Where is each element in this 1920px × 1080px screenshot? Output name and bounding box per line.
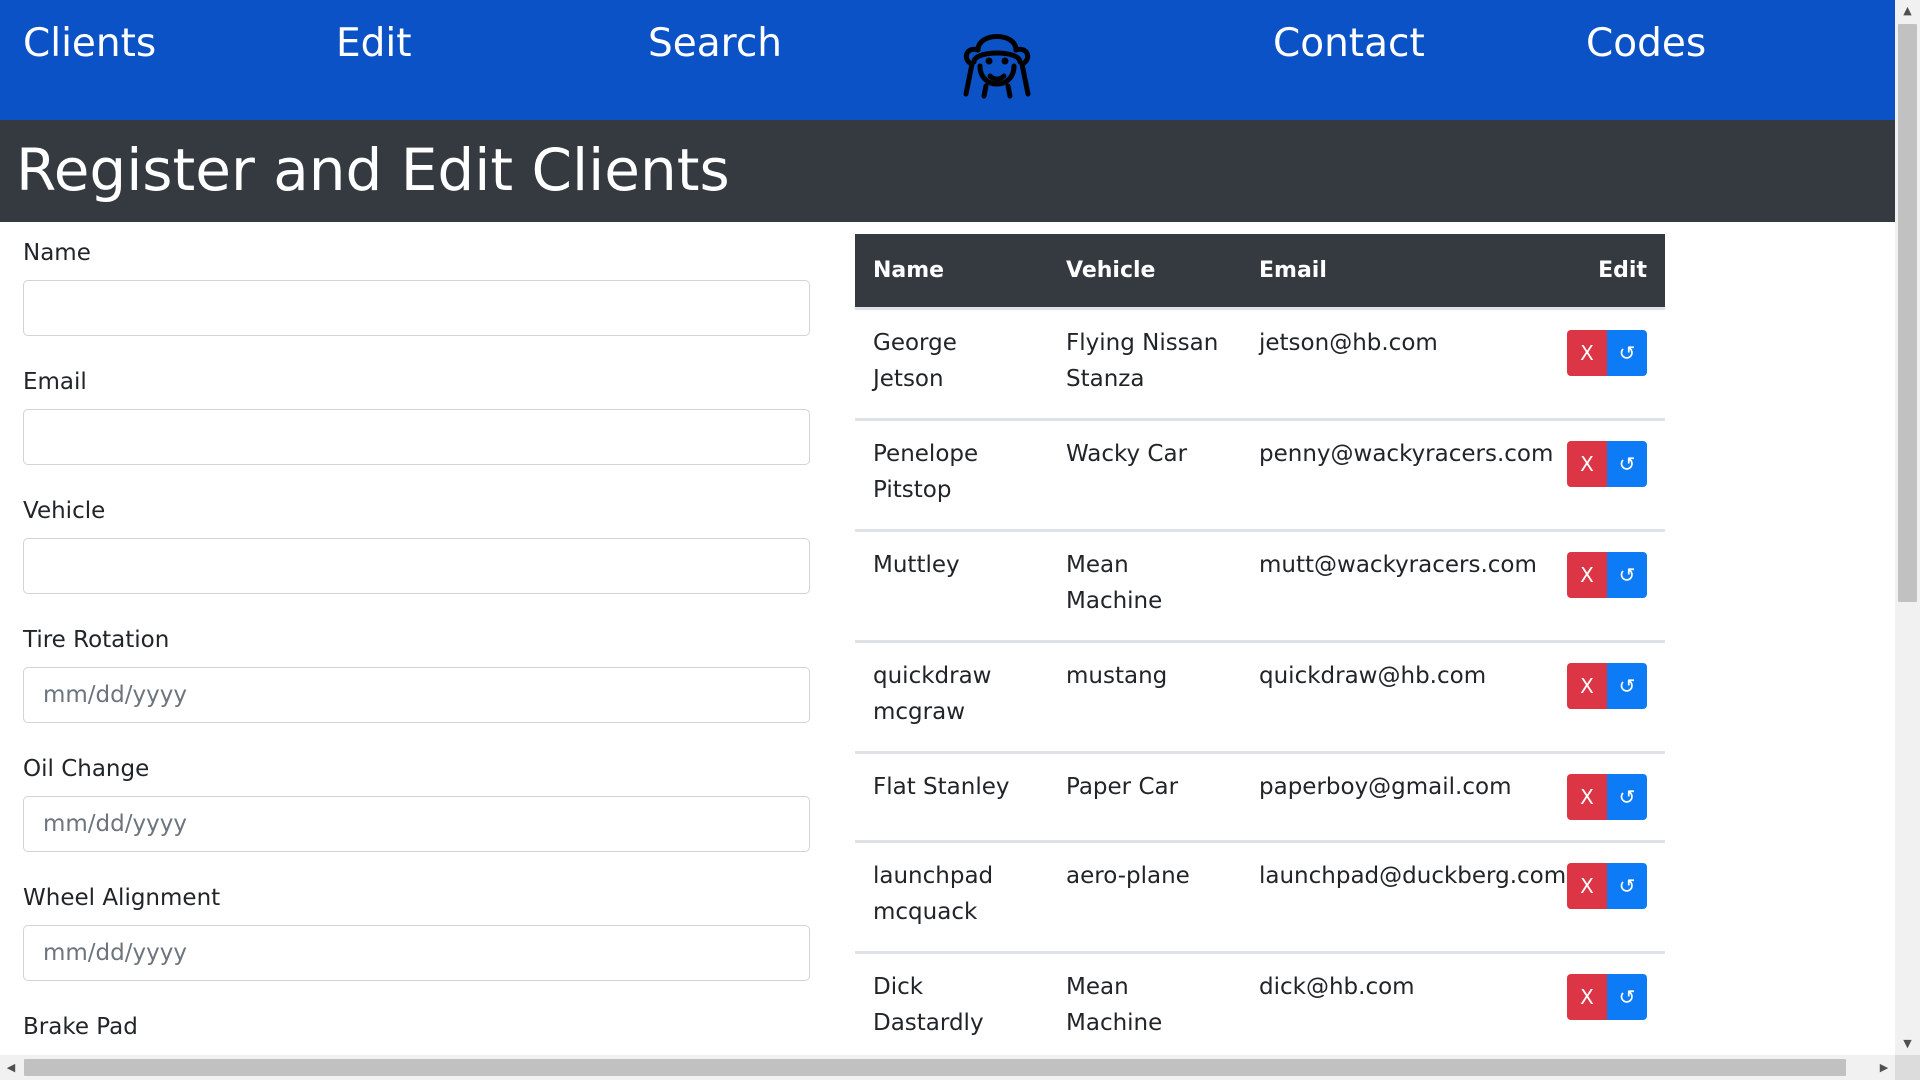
scroll-down-arrow-icon[interactable]: ▼: [1895, 1033, 1920, 1055]
name-label: Name: [23, 240, 91, 266]
vehicle-input[interactable]: [23, 538, 810, 594]
table-row: quickdraw mcgraw mustang quickdraw@hb.co…: [855, 639, 1665, 752]
cell-edit: X ↺: [1549, 750, 1665, 841]
update-button[interactable]: ↺: [1607, 329, 1647, 376]
cell-email: jetson@hb.com: [1241, 306, 1549, 419]
update-button[interactable]: ↺: [1607, 973, 1647, 1020]
cell-vehicle: Mean Machine: [1048, 528, 1241, 641]
wheel-alignment-date-input[interactable]: [23, 925, 810, 981]
clients-table-container: Name Vehicle Email Edit George Jetson Fl…: [855, 234, 1665, 1055]
cell-name: George Jetson: [855, 306, 1048, 419]
table-row: Muttley Mean Machine mutt@wackyracers.co…: [855, 528, 1665, 641]
oil-change-date-input[interactable]: [23, 796, 810, 852]
delete-button[interactable]: X: [1567, 329, 1607, 376]
tire-rotation-label: Tire Rotation: [23, 627, 170, 653]
nav-link-codes[interactable]: Codes: [1586, 18, 1706, 70]
vehicle-label: Vehicle: [23, 498, 106, 524]
table-row: Dick Dastardly Mean Machine dick@hb.com …: [855, 950, 1665, 1055]
cell-email: launchpad@duckberg.com: [1241, 839, 1566, 952]
update-button[interactable]: ↺: [1607, 662, 1647, 709]
update-button[interactable]: ↺: [1607, 862, 1647, 909]
top-navbar: Clients Edit Search Contact Codes: [0, 0, 1895, 120]
name-input[interactable]: [23, 280, 810, 336]
scroll-right-arrow-icon[interactable]: ▶: [1873, 1055, 1895, 1080]
cell-edit: X ↺: [1549, 417, 1665, 530]
cell-edit: X ↺: [1549, 950, 1665, 1055]
cell-name: Muttley: [855, 528, 1048, 641]
clients-table: Name Vehicle Email Edit George Jetson Fl…: [855, 234, 1665, 1055]
cell-vehicle: aero-plane: [1048, 839, 1241, 952]
vertical-scrollbar[interactable]: ▲ ▼: [1895, 0, 1920, 1055]
page-header: Register and Edit Clients: [0, 120, 1895, 222]
update-button[interactable]: ↺: [1607, 551, 1647, 598]
scroll-up-arrow-icon[interactable]: ▲: [1895, 0, 1920, 22]
cell-name: quickdraw mcgraw: [855, 639, 1048, 752]
table-row: launchpad mcquack aero-plane launchpad@d…: [855, 839, 1665, 952]
table-row: Penelope Pitstop Wacky Car penny@wackyra…: [855, 417, 1665, 530]
wheel-alignment-label: Wheel Alignment: [23, 885, 221, 911]
oil-change-label: Oil Change: [23, 756, 150, 782]
nav-link-edit[interactable]: Edit: [336, 18, 412, 70]
column-header-email: Email: [1241, 234, 1549, 309]
scroll-left-arrow-icon[interactable]: ◀: [0, 1055, 22, 1080]
cell-name: Dick Dastardly: [855, 950, 1048, 1055]
cell-email: mutt@wackyracers.com: [1241, 528, 1549, 641]
delete-button[interactable]: X: [1567, 773, 1607, 820]
column-header-edit: Edit: [1549, 234, 1665, 309]
delete-button[interactable]: X: [1567, 551, 1607, 598]
cell-vehicle: Paper Car: [1048, 750, 1241, 841]
client-form: Name Email Vehicle Tire Rotation Oil Cha…: [23, 236, 810, 1044]
cell-email: quickdraw@hb.com: [1241, 639, 1549, 752]
update-button[interactable]: ↺: [1607, 440, 1647, 487]
tire-rotation-date-input[interactable]: [23, 667, 810, 723]
nav-link-clients[interactable]: Clients: [23, 18, 156, 70]
cell-email: dick@hb.com: [1241, 950, 1549, 1055]
cell-vehicle: Mean Machine: [1048, 950, 1241, 1055]
monkey-face-icon[interactable]: [956, 20, 1038, 100]
cell-email: penny@wackyracers.com: [1241, 417, 1553, 530]
email-input[interactable]: [23, 409, 810, 465]
table-header-row: Name Vehicle Email Edit: [855, 234, 1665, 309]
nav-link-contact[interactable]: Contact: [1273, 18, 1425, 70]
email-label: Email: [23, 369, 87, 395]
cell-name: Penelope Pitstop: [855, 417, 1048, 530]
scrollbar-corner: [1895, 1055, 1920, 1080]
brake-pad-label: Brake Pad: [23, 1014, 138, 1040]
cell-vehicle: Flying Nissan Stanza: [1048, 306, 1241, 419]
cell-edit: X ↺: [1549, 839, 1665, 952]
cell-edit: X ↺: [1549, 528, 1665, 641]
table-row: George Jetson Flying Nissan Stanza jetso…: [855, 306, 1665, 419]
update-button[interactable]: ↺: [1607, 773, 1647, 820]
delete-button[interactable]: X: [1567, 662, 1607, 709]
table-row: Flat Stanley Paper Car paperboy@gmail.co…: [855, 750, 1665, 841]
column-header-name: Name: [855, 234, 1048, 309]
page-title: Register and Edit Clients: [16, 136, 730, 204]
cell-email: paperboy@gmail.com: [1241, 750, 1549, 841]
cell-edit: X ↺: [1549, 306, 1665, 419]
nav-link-search[interactable]: Search: [648, 18, 782, 70]
horizontal-scrollbar-thumb[interactable]: [24, 1059, 1846, 1076]
column-header-vehicle: Vehicle: [1048, 234, 1241, 309]
horizontal-scrollbar[interactable]: ◀ ▶: [0, 1055, 1895, 1080]
cell-vehicle: Wacky Car: [1048, 417, 1241, 530]
cell-edit: X ↺: [1549, 639, 1665, 752]
delete-button[interactable]: X: [1567, 440, 1607, 487]
page-viewport: Clients Edit Search Contact Codes Regist…: [0, 0, 1895, 1055]
vertical-scrollbar-thumb[interactable]: [1898, 24, 1917, 602]
cell-vehicle: mustang: [1048, 639, 1241, 752]
delete-button[interactable]: X: [1567, 862, 1607, 909]
delete-button[interactable]: X: [1567, 973, 1607, 1020]
cell-name: Flat Stanley: [855, 750, 1048, 841]
cell-name: launchpad mcquack: [855, 839, 1048, 952]
